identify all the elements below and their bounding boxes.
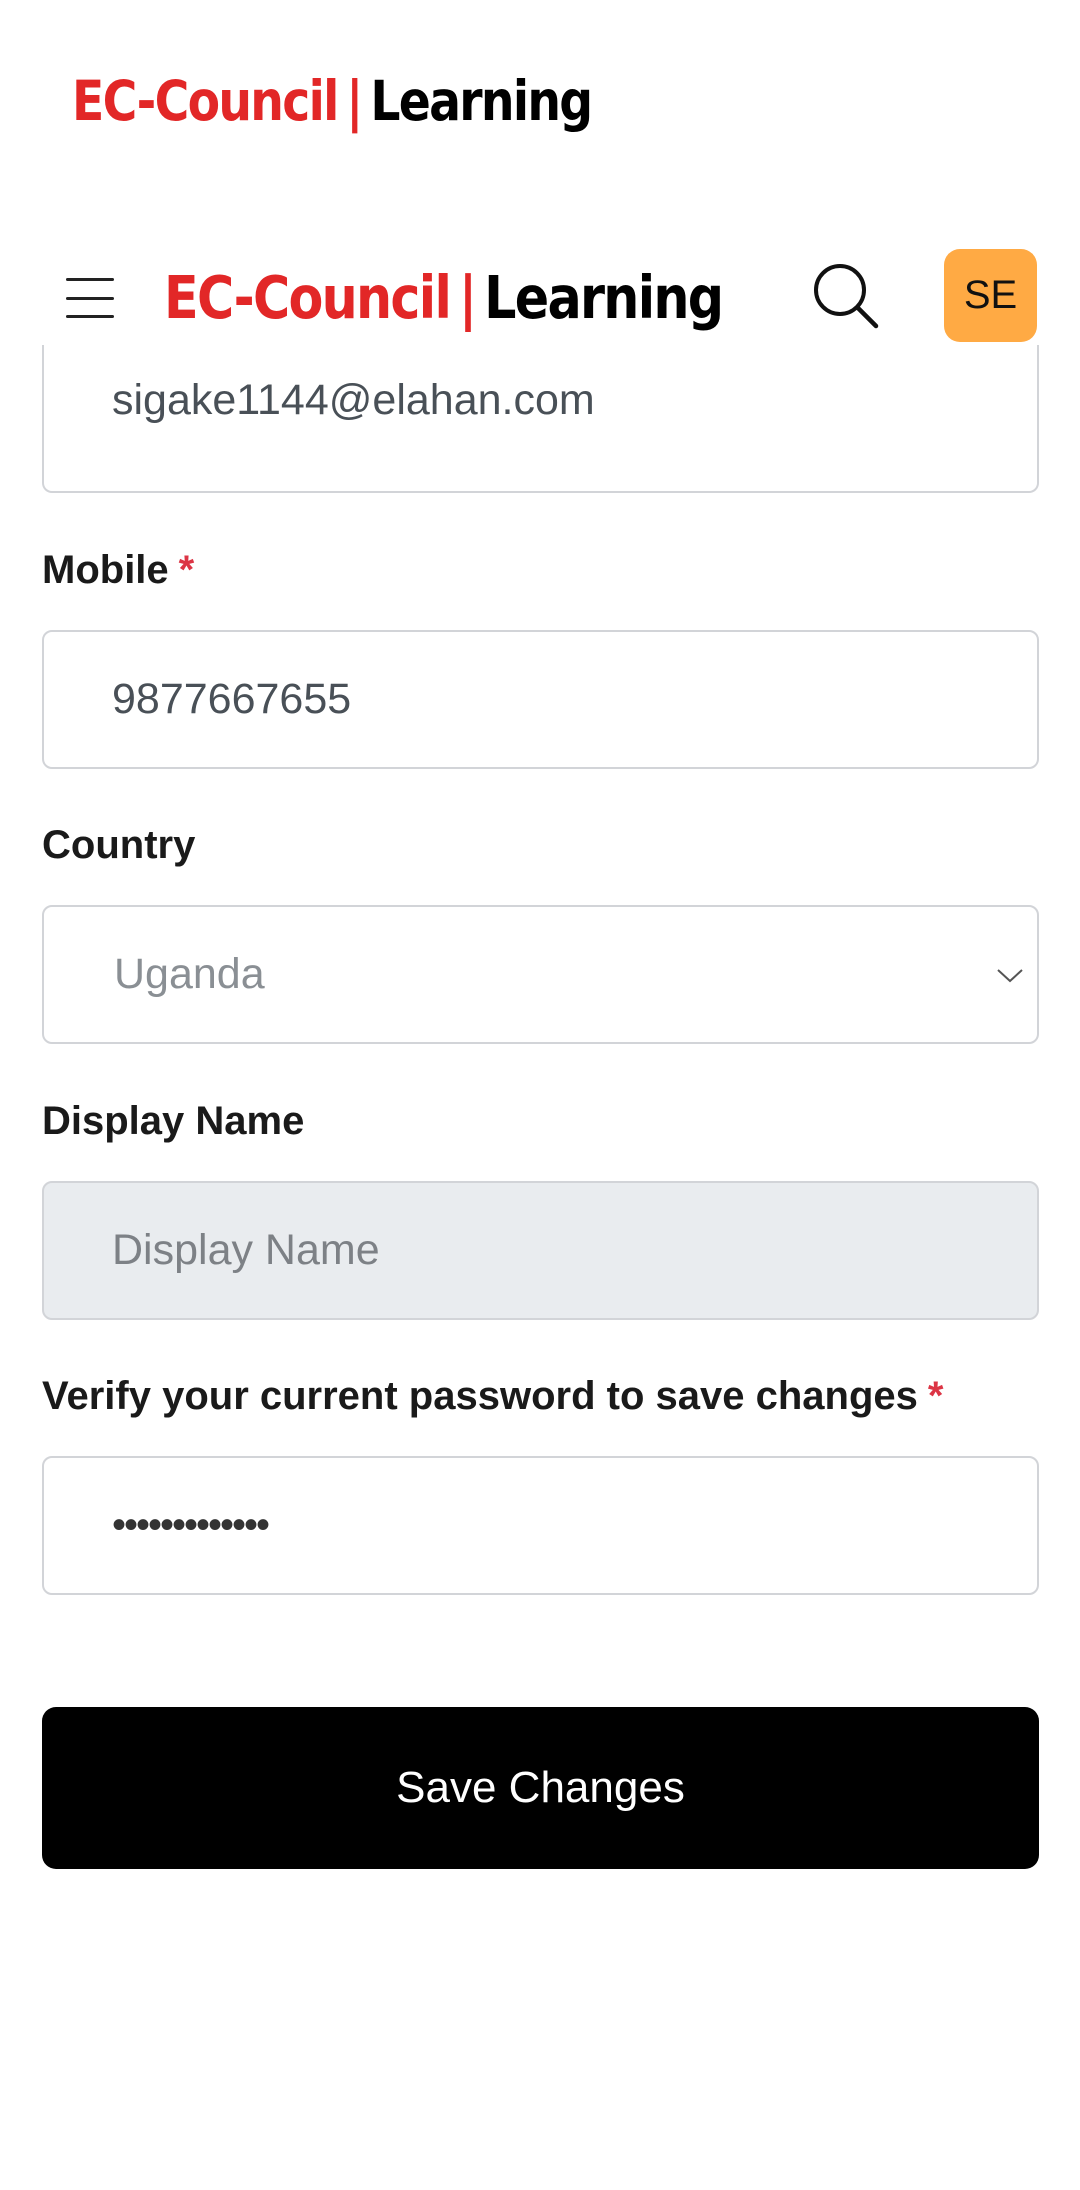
password-label-text: Verify your current password to save cha… bbox=[42, 1374, 918, 1418]
email-value: sigake1144@elahan.com bbox=[112, 375, 595, 424]
country-selected-value: Uganda bbox=[114, 950, 265, 998]
required-mark: * bbox=[927, 1374, 944, 1418]
country-label-text: Country bbox=[42, 823, 196, 867]
logo-text-black: Learning bbox=[370, 69, 593, 133]
display-name-field[interactable] bbox=[42, 1181, 1039, 1320]
logo-text-black: Learning bbox=[484, 263, 724, 332]
mobile-value: 9877667655 bbox=[112, 675, 352, 723]
top-brand-logo: EC-Council | Learning bbox=[72, 68, 593, 134]
user-avatar[interactable]: SE bbox=[944, 249, 1037, 342]
required-mark: * bbox=[178, 548, 195, 592]
header-brand-logo[interactable]: EC-Council | Learning bbox=[164, 262, 724, 334]
hamburger-menu-icon[interactable] bbox=[66, 273, 116, 323]
save-changes-button[interactable]: Save Changes bbox=[42, 1707, 1039, 1869]
search-icon[interactable] bbox=[810, 260, 880, 330]
country-label: Country bbox=[42, 823, 195, 868]
mobile-label: Mobile * bbox=[42, 548, 194, 593]
logo-text-red: EC-Council bbox=[164, 263, 452, 332]
country-select[interactable]: Uganda bbox=[42, 905, 1039, 1044]
display-name-label: Display Name bbox=[42, 1099, 304, 1144]
email-field[interactable]: sigake1144@elahan.com bbox=[42, 345, 1039, 493]
logo-separator: | bbox=[346, 69, 363, 133]
profile-page: EC-Council | Learning EC-Council | Learning … bbox=[0, 0, 1080, 2190]
password-label: Verify your current password to save cha… bbox=[42, 1374, 943, 1419]
logo-text-red: EC-Council bbox=[72, 69, 339, 133]
logo-separator: | bbox=[458, 263, 478, 332]
mobile-label-text: Mobile bbox=[42, 548, 169, 592]
password-masked-value: ••••••••••••• bbox=[112, 1503, 270, 1547]
mobile-field[interactable]: 9877667655 bbox=[42, 630, 1039, 769]
chevron-down-icon bbox=[997, 968, 1023, 982]
display-name-label-text: Display Name bbox=[42, 1099, 305, 1143]
display-name-input[interactable] bbox=[112, 1226, 969, 1275]
password-field[interactable]: ••••••••••••• bbox=[42, 1456, 1039, 1595]
